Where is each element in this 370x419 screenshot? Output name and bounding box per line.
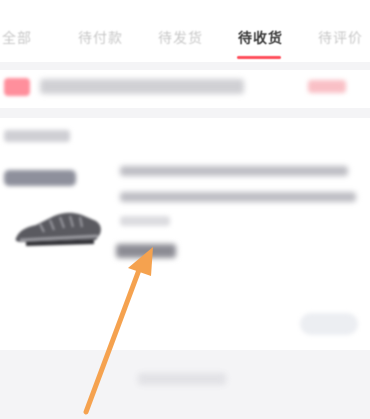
notice-text (40, 79, 244, 94)
product-thumbnail[interactable] (10, 198, 104, 248)
active-tab-indicator (237, 56, 281, 59)
notice-banner[interactable] (0, 70, 370, 108)
notice-badge (4, 78, 30, 96)
tab-pending-review[interactable]: 待评价 (318, 28, 363, 48)
product-spec (120, 216, 170, 226)
product-title-line-1 (120, 166, 348, 176)
tab-all[interactable]: 全部 (2, 28, 32, 48)
order-status-tabs: 全部 待付款 待发货 待收货 待评价 (0, 0, 370, 62)
store-name[interactable] (4, 130, 70, 142)
tab-pending-payment[interactable]: 待付款 (78, 28, 123, 48)
product-price (116, 244, 176, 258)
notice-link[interactable] (308, 80, 346, 93)
order-card[interactable] (0, 118, 370, 350)
order-action-button[interactable] (300, 313, 358, 335)
tab-pending-receipt[interactable]: 待收货 (238, 28, 283, 48)
product-title-line-2 (120, 192, 356, 202)
footer-hint (138, 373, 226, 385)
tab-pending-shipment[interactable]: 待发货 (158, 28, 203, 48)
order-status-badge (4, 170, 76, 186)
